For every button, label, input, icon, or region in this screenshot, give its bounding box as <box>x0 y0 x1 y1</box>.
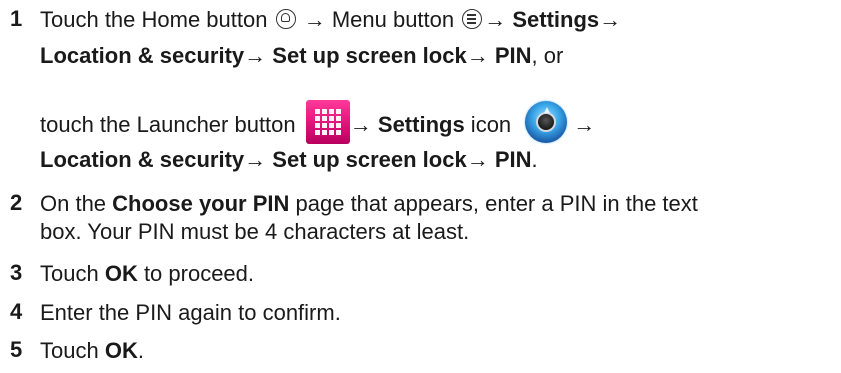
step-text: → <box>484 7 513 32</box>
step-text: icon <box>464 111 518 137</box>
ui-term-pin: PIN <box>494 43 532 68</box>
step-text: → <box>244 43 273 68</box>
step-text: → <box>466 147 495 172</box>
step-1-line-3: touch the Launcher button → Settings ico… <box>40 100 596 148</box>
step-1-line-1: Touch the Home button → Menu button → Se… <box>40 6 621 34</box>
step-text: → <box>244 147 273 172</box>
step-text: Touch the Home button <box>40 7 274 32</box>
step-text: Enter the PIN again to confirm. <box>40 300 341 325</box>
menu-button-icon <box>462 9 483 30</box>
step-number: 3 <box>10 260 23 285</box>
step-text: → <box>599 7 622 32</box>
step-text: , or <box>531 43 564 68</box>
ui-term-set-up-screen-lock: Set up screen lock <box>272 43 467 68</box>
home-button-icon <box>275 9 296 30</box>
ui-term-choose-your-pin: Choose your PIN <box>112 191 290 216</box>
step-text: box. Your PIN must be 4 characters at le… <box>40 219 470 244</box>
launcher-button-icon <box>305 100 350 144</box>
step-text: Touch <box>40 338 105 363</box>
step-text: touch the Launcher button <box>40 111 302 137</box>
step-number: 5 <box>10 337 23 362</box>
step-number: 2 <box>10 190 23 215</box>
step-text: . <box>531 147 538 172</box>
step-5-line-1: Touch OK. <box>40 337 144 365</box>
step-1-line-4: Location & security→ Set up screen lock→… <box>40 146 538 174</box>
step-text: → <box>573 111 596 137</box>
step-text: . <box>137 338 144 363</box>
step-2-line-2: box. Your PIN must be 4 characters at le… <box>40 218 469 246</box>
step-3-line-1: Touch OK to proceed. <box>40 260 254 288</box>
step-number: 1 <box>10 6 23 31</box>
step-text: → Menu button <box>297 7 461 32</box>
ui-term-set-up-screen-lock: Set up screen lock <box>272 147 467 172</box>
step-text: Touch <box>40 261 105 286</box>
step-text: On the <box>40 191 113 216</box>
step-1-line-2: Location & security→ Set up screen lock→… <box>40 42 563 70</box>
settings-app-icon <box>525 101 568 143</box>
ui-term-ok: OK <box>104 261 138 286</box>
ui-term-settings: Settings <box>512 7 600 32</box>
step-text: → <box>349 111 378 137</box>
ui-term-location-security: Location & security <box>40 147 245 172</box>
step-number: 4 <box>10 299 23 324</box>
step-4-line-1: Enter the PIN again to confirm. <box>40 299 341 327</box>
ui-term-pin: PIN <box>494 147 532 172</box>
step-text: → <box>466 43 495 68</box>
ui-term-settings: Settings <box>377 111 465 137</box>
instruction-document: 1 Touch the Home button → Menu button → … <box>0 0 841 373</box>
step-text: page that appears, enter a PIN in the te… <box>289 191 698 216</box>
step-text: to proceed. <box>137 261 255 286</box>
ui-term-ok: OK <box>104 338 138 363</box>
ui-term-location-security: Location & security <box>40 43 245 68</box>
step-2-line-1: On the Choose your PIN page that appears… <box>40 190 698 218</box>
